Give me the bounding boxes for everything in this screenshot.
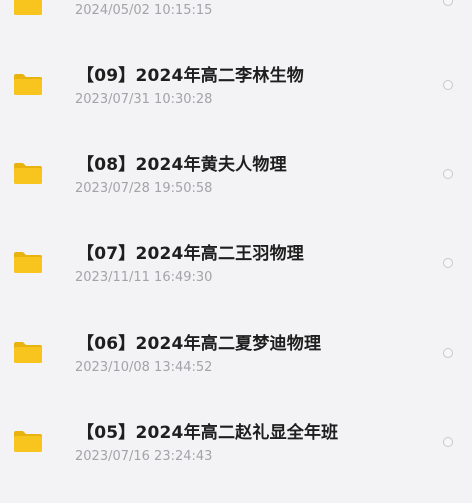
file-row[interactable]: 2024/05/02 10:15:15 [0,0,472,18]
file-list: 2024/05/02 10:15:15 【09】2024年高二李林生物 2023… [0,0,472,503]
file-row[interactable]: 【06】2024年高二夏梦迪物理 2023/10/08 13:44:52 [0,309,472,398]
folder-icon [14,252,42,273]
select-radio[interactable] [443,169,453,179]
select-radio[interactable] [443,258,453,268]
file-row[interactable]: 【05】2024年高二赵礼显全年班 2023/07/16 23:24:43 [0,398,472,487]
select-radio[interactable] [443,348,453,358]
file-name: 【06】2024年高二夏梦迪物理 [77,334,322,354]
file-date: 2024/05/02 10:15:15 [75,3,213,18]
file-date: 2023/07/16 23:24:43 [75,449,213,464]
file-row[interactable]: 【09】2024年高二李林生物 2023/07/31 10:30:28 [0,41,472,130]
folder-icon [14,431,42,452]
file-name: 【09】2024年高二李林生物 [77,66,304,86]
select-radio[interactable] [443,437,453,447]
select-radio[interactable] [443,80,453,90]
folder-icon [14,342,42,363]
folder-icon [14,163,42,184]
file-date: 2023/11/11 16:49:30 [75,270,213,285]
file-date: 2023/07/31 10:30:28 [75,92,213,107]
file-row[interactable]: 【08】2024年黄夫人物理 2023/07/28 19:50:58 [0,130,472,219]
file-name: 【07】2024年高二王羽物理 [77,244,304,264]
file-row[interactable]: 【07】2024年高二王羽物理 2023/11/11 16:49:30 [0,219,472,308]
file-name: 【08】2024年黄夫人物理 [77,155,287,175]
file-date: 2023/07/28 19:50:58 [75,181,213,196]
folder-icon [14,74,42,95]
select-radio[interactable] [443,0,453,6]
folder-icon [14,0,42,15]
file-date: 2023/10/08 13:44:52 [75,360,213,375]
file-name: 【05】2024年高二赵礼显全年班 [77,423,339,443]
